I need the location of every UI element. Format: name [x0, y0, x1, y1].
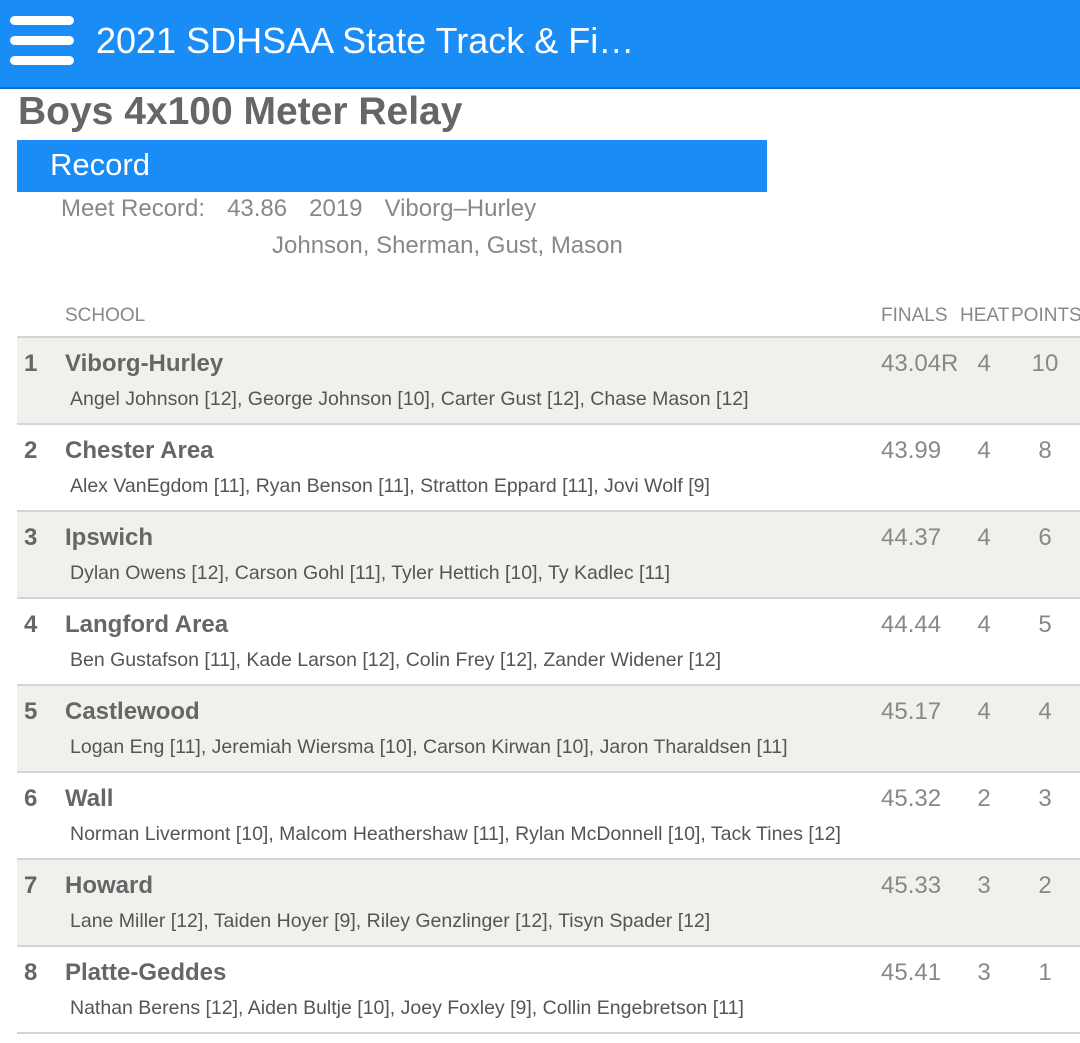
- heat-number: 4: [977, 350, 991, 377]
- meet-record-line: Meet Record: 43.86 2019 Viborg–Hurley: [61, 195, 558, 223]
- place-number: 1: [24, 350, 38, 377]
- column-header-heat: HEAT: [960, 305, 1010, 326]
- heat-number: 4: [977, 611, 991, 638]
- result-row[interactable]: 6 Wall Norman Livermont [10], Malcom Heath…: [17, 773, 1080, 860]
- meet-record-athletes: Johnson, Sherman, Gust, Mason: [272, 232, 623, 259]
- result-row[interactable]: 2 Chester Area Alex VanEgdom [11], Ryan Be…: [17, 425, 1080, 512]
- school-name: Platte-Geddes: [65, 959, 227, 986]
- school-name: Chester Area: [65, 437, 214, 464]
- finals-mark: 43.04R: [881, 350, 959, 377]
- result-row[interactable]: 4 Langford Area Ben Gustafson [11], Kade L…: [17, 599, 1080, 686]
- athlete-names: Logan Eng [11], Jeremiah Wiersma [10], C…: [70, 736, 788, 758]
- athlete-names: Lane Miller [12], Taiden Hoyer [9], Rile…: [70, 910, 711, 932]
- result-row[interactable]: 1 Viborg-Hurley Angel Johnson [12], George…: [17, 338, 1080, 425]
- points-value: 2: [1038, 872, 1052, 899]
- heat-number: 2: [977, 785, 991, 812]
- school-name: Langford Area: [65, 611, 229, 638]
- points-value: 8: [1038, 437, 1052, 464]
- menu-line: [10, 16, 74, 25]
- heat-number: 4: [977, 437, 991, 464]
- athlete-names: Norman Livermont [10], Malcom Heathersha…: [70, 823, 841, 845]
- place-number: 2: [24, 437, 38, 464]
- finals-mark: 45.33: [881, 872, 942, 899]
- record-section-header: Record: [17, 140, 767, 192]
- meet-record-label: Meet Record:: [61, 195, 206, 222]
- place-number: 6: [24, 785, 38, 812]
- finals-mark: 44.44: [881, 611, 942, 638]
- column-header-points: POINTS: [1011, 305, 1080, 326]
- finals-mark: 45.32: [881, 785, 942, 812]
- result-row[interactable]: 5 Castlewood Logan Eng [11], Jeremiah Wier…: [17, 686, 1080, 773]
- app-bar: 2021 SDHSAA State Track & Fi…: [0, 0, 1080, 89]
- school-name: Castlewood: [65, 698, 200, 725]
- meet-record-year: 2019: [309, 195, 363, 222]
- points-value: 10: [1031, 350, 1059, 377]
- school-name: Wall: [65, 785, 114, 812]
- event-title: Boys 4x100 Meter Relay: [18, 90, 463, 133]
- place-number: 4: [24, 611, 38, 638]
- athlete-names: Ben Gustafson [11], Kade Larson [12], Co…: [70, 649, 722, 671]
- school-name: Howard: [65, 872, 154, 899]
- heat-number: 4: [977, 524, 991, 551]
- points-value: 3: [1038, 785, 1052, 812]
- menu-line: [10, 56, 74, 65]
- heat-number: 3: [977, 959, 991, 986]
- column-header-school: SCHOOL: [65, 305, 146, 326]
- athlete-names: Alex VanEgdom [11], Ryan Benson [11], St…: [70, 475, 710, 497]
- place-number: 8: [24, 959, 38, 986]
- finals-mark: 44.37: [881, 524, 942, 551]
- place-number: 5: [24, 698, 38, 725]
- hamburger-menu-icon[interactable]: [10, 16, 74, 66]
- meet-record-school: Viborg–Hurley: [384, 195, 537, 222]
- menu-line: [10, 36, 74, 45]
- points-value: 6: [1038, 524, 1052, 551]
- result-row[interactable]: 7 Howard Lane Miller [12], Taiden Hoyer [9…: [17, 860, 1080, 947]
- place-number: 7: [24, 872, 38, 899]
- points-value: 1: [1038, 959, 1052, 986]
- app-title: 2021 SDHSAA State Track & Fi…: [96, 20, 635, 61]
- athlete-names: Dylan Owens [12], Carson Gohl [11], Tyle…: [70, 562, 671, 584]
- column-header-finals: FINALS: [881, 305, 948, 326]
- finals-mark: 45.17: [881, 698, 942, 725]
- athlete-names: Angel Johnson [12], George Johnson [10],…: [70, 388, 749, 410]
- record-section-label: Record: [50, 147, 150, 182]
- school-name: Ipswich: [65, 524, 154, 551]
- finals-mark: 43.99: [881, 437, 942, 464]
- athlete-names: Nathan Berens [12], Aiden Bultje [10], J…: [70, 997, 744, 1019]
- school-name: Viborg-Hurley: [65, 350, 224, 377]
- finals-mark: 45.41: [881, 959, 942, 986]
- result-row[interactable]: 3 Ipswich Dylan Owens [12], Carson Gohl [1…: [17, 512, 1080, 599]
- heat-number: 4: [977, 698, 991, 725]
- heat-number: 3: [977, 872, 991, 899]
- points-value: 5: [1038, 611, 1052, 638]
- points-value: 4: [1038, 698, 1052, 725]
- result-row[interactable]: 8 Platte-Geddes Nathan Berens [12], Aiden …: [17, 947, 1080, 1034]
- place-number: 3: [24, 524, 38, 551]
- meet-record-mark: 43.86: [227, 195, 288, 222]
